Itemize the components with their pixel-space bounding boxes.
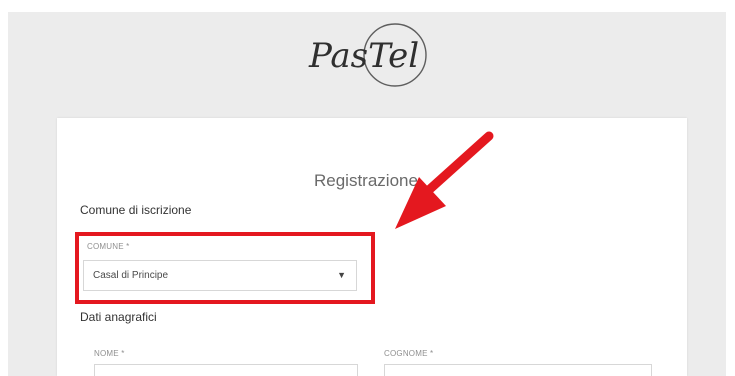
arrow-icon bbox=[395, 131, 494, 229]
nome-input[interactable] bbox=[94, 364, 358, 376]
logo-mark: PasTel bbox=[308, 23, 427, 87]
dati-anagrafici-heading: Dati anagrafici bbox=[80, 310, 157, 324]
comune-section-heading: Comune di iscrizione bbox=[80, 203, 192, 217]
pastel-logo: PasTel bbox=[307, 15, 435, 93]
registration-screen: PasTel Registrazione Comune di iscrizion… bbox=[0, 0, 735, 376]
cognome-input[interactable] bbox=[384, 364, 652, 376]
logo-wordmark: PasTel bbox=[308, 36, 419, 76]
annotation-highlight-box bbox=[75, 232, 375, 304]
nome-field-label: NOME * bbox=[94, 349, 125, 358]
cognome-field-label: COGNOME * bbox=[384, 349, 434, 358]
